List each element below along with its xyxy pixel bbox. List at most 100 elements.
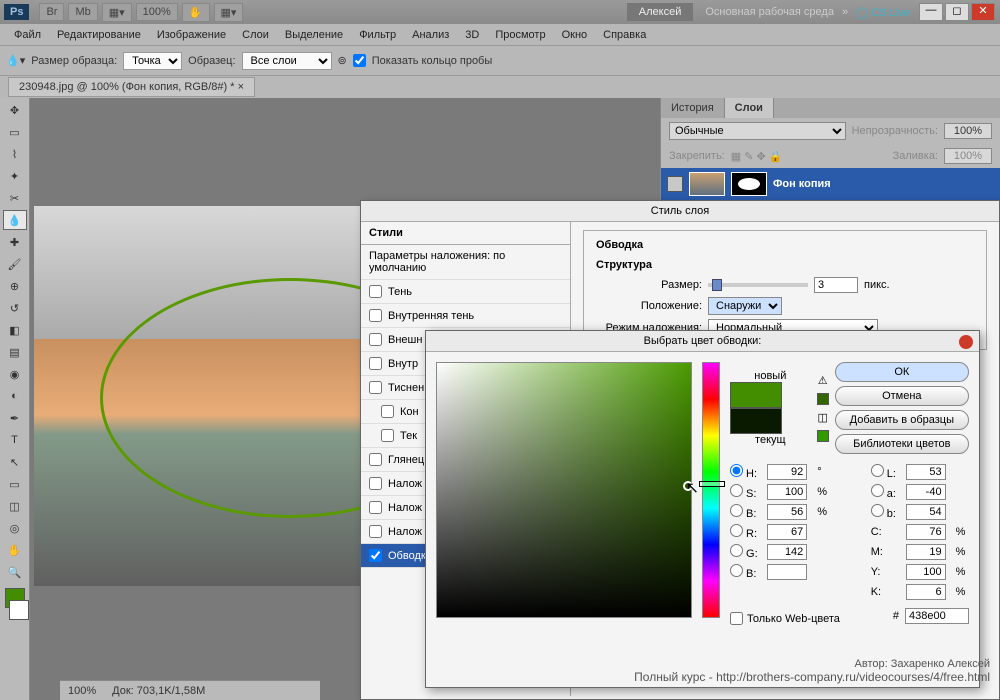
crop-tool[interactable]: ✂ xyxy=(3,188,27,208)
current-color-swatch[interactable] xyxy=(730,408,782,434)
arrange-button[interactable]: ▦▾ xyxy=(214,3,244,22)
menu-layer[interactable]: Слои xyxy=(234,29,277,41)
g-radio[interactable] xyxy=(730,544,743,557)
layer-row[interactable]: Фон копия xyxy=(661,168,1000,200)
doc-tab[interactable]: 230948.jpg @ 100% (Фон копия, RGB/8#) * … xyxy=(8,77,255,97)
heal-tool[interactable]: ✚ xyxy=(3,232,27,252)
history-brush-tool[interactable]: ↺ xyxy=(3,298,27,318)
libraries-button[interactable]: Библиотеки цветов xyxy=(835,434,969,454)
cslive-button[interactable]: ◯ CS Live xyxy=(848,6,918,19)
menu-analysis[interactable]: Анализ xyxy=(404,29,457,41)
status-zoom[interactable]: 100% xyxy=(68,685,96,697)
maximize-button[interactable]: ◻ xyxy=(945,3,969,21)
position-select[interactable]: Снаружи xyxy=(708,297,782,315)
screen-mode-button[interactable]: ▦▾ xyxy=(102,3,132,22)
y-input[interactable] xyxy=(906,564,946,580)
lab-b-radio[interactable] xyxy=(871,504,884,517)
sample-size-select[interactable]: Точка xyxy=(123,52,182,70)
h-radio[interactable] xyxy=(730,464,743,477)
wand-tool[interactable]: ✦ xyxy=(3,166,27,186)
menu-filter[interactable]: Фильтр xyxy=(351,29,404,41)
menu-edit[interactable]: Редактирование xyxy=(49,29,149,41)
stamp-tool[interactable]: ⊕ xyxy=(3,276,27,296)
zoom-tool[interactable]: 🔍 xyxy=(3,562,27,582)
bridge-button[interactable]: Br xyxy=(39,3,64,21)
hand-tool-button[interactable]: ✋ xyxy=(182,3,210,22)
blur-tool[interactable]: ◉ xyxy=(3,364,27,384)
blue-radio[interactable] xyxy=(730,564,743,577)
path-tool[interactable]: ↖ xyxy=(3,452,27,472)
bg-color-swatch[interactable] xyxy=(9,600,29,620)
opacity-value[interactable]: 100% xyxy=(944,123,992,139)
marquee-tool[interactable]: ▭ xyxy=(3,122,27,142)
hand-tool[interactable]: ✋ xyxy=(3,540,27,560)
menu-window[interactable]: Окно xyxy=(554,29,596,41)
lab-b-input[interactable] xyxy=(906,504,946,520)
hue-slider[interactable] xyxy=(702,362,720,618)
lock-icons[interactable]: ▦ ✎ ✥ 🔒 xyxy=(731,150,783,163)
style-shadow[interactable]: Тень xyxy=(361,280,570,304)
style-default[interactable]: Параметры наложения: по умолчанию xyxy=(361,245,570,280)
menu-help[interactable]: Справка xyxy=(595,29,654,41)
menu-file[interactable]: Файл xyxy=(6,29,49,41)
hue-indicator[interactable] xyxy=(699,481,725,487)
l-input[interactable] xyxy=(906,464,946,480)
layer-mask-thumb[interactable] xyxy=(731,172,767,196)
workspace-label[interactable]: Основная рабочая среда xyxy=(697,6,842,18)
m-input[interactable] xyxy=(906,544,946,560)
size-input[interactable] xyxy=(814,277,858,293)
hex-input[interactable] xyxy=(905,608,969,624)
zoom-dropdown[interactable]: 100% xyxy=(136,3,178,21)
b-radio[interactable] xyxy=(730,504,743,517)
menu-3d[interactable]: 3D xyxy=(457,29,487,41)
bv-input[interactable] xyxy=(767,504,807,520)
l-radio[interactable] xyxy=(871,464,884,477)
sample-select[interactable]: Все слои xyxy=(242,52,332,70)
close-button[interactable]: ✕ xyxy=(971,3,995,21)
add-swatch-button[interactable]: Добавить в образцы xyxy=(835,410,969,430)
brush-tool[interactable]: 🖌 xyxy=(3,254,27,274)
lasso-tool[interactable]: ⌇ xyxy=(3,144,27,164)
h-input[interactable] xyxy=(767,464,807,480)
blue-input[interactable] xyxy=(767,564,807,580)
menu-image[interactable]: Изображение xyxy=(149,29,234,41)
layers-tab[interactable]: Слои xyxy=(725,98,774,118)
show-ring-checkbox[interactable] xyxy=(353,54,366,67)
move-tool[interactable]: ✥ xyxy=(3,100,27,120)
pen-tool[interactable]: ✒ xyxy=(3,408,27,428)
styles-header[interactable]: Стили xyxy=(361,222,570,245)
menu-select[interactable]: Выделение xyxy=(277,29,351,41)
minimize-button[interactable]: — xyxy=(919,3,943,21)
minibridge-button[interactable]: Mb xyxy=(68,3,97,21)
blend-mode-select[interactable]: Обычные xyxy=(669,122,846,140)
3d-camera-tool[interactable]: ◎ xyxy=(3,518,27,538)
sampling-ring-icon[interactable]: ⊚ xyxy=(338,54,347,67)
picker-close-button[interactable] xyxy=(959,335,973,349)
c-input[interactable] xyxy=(906,524,946,540)
eyedropper-tool[interactable]: 💧 xyxy=(3,210,27,230)
gradient-tool[interactable]: ▤ xyxy=(3,342,27,362)
a-radio[interactable] xyxy=(871,484,884,497)
eraser-tool[interactable]: ◧ xyxy=(3,320,27,340)
websafe-swatch[interactable] xyxy=(817,430,829,442)
websafe-icon[interactable]: ◫ xyxy=(817,411,827,424)
style-inner-shadow[interactable]: Внутренняя тень xyxy=(361,304,570,328)
fill-value[interactable]: 100% xyxy=(944,148,992,164)
warning-icon[interactable]: ⚠ xyxy=(818,374,828,387)
s-radio[interactable] xyxy=(730,484,743,497)
shape-tool[interactable]: ▭ xyxy=(3,474,27,494)
saturation-value-field[interactable]: ↖ xyxy=(436,362,692,618)
s-input[interactable] xyxy=(767,484,807,500)
r-radio[interactable] xyxy=(730,524,743,537)
cancel-button[interactable]: Отмена xyxy=(835,386,969,406)
history-tab[interactable]: История xyxy=(661,98,725,118)
menu-view[interactable]: Просмотр xyxy=(487,29,553,41)
close-tab-icon[interactable]: × xyxy=(238,81,244,93)
size-slider[interactable] xyxy=(708,283,808,287)
type-tool[interactable]: T xyxy=(3,430,27,450)
ok-button[interactable]: ОК xyxy=(835,362,969,382)
a-input[interactable] xyxy=(906,484,946,500)
3d-tool[interactable]: ◫ xyxy=(3,496,27,516)
visibility-icon[interactable] xyxy=(667,176,683,192)
web-only-checkbox[interactable] xyxy=(730,612,743,625)
